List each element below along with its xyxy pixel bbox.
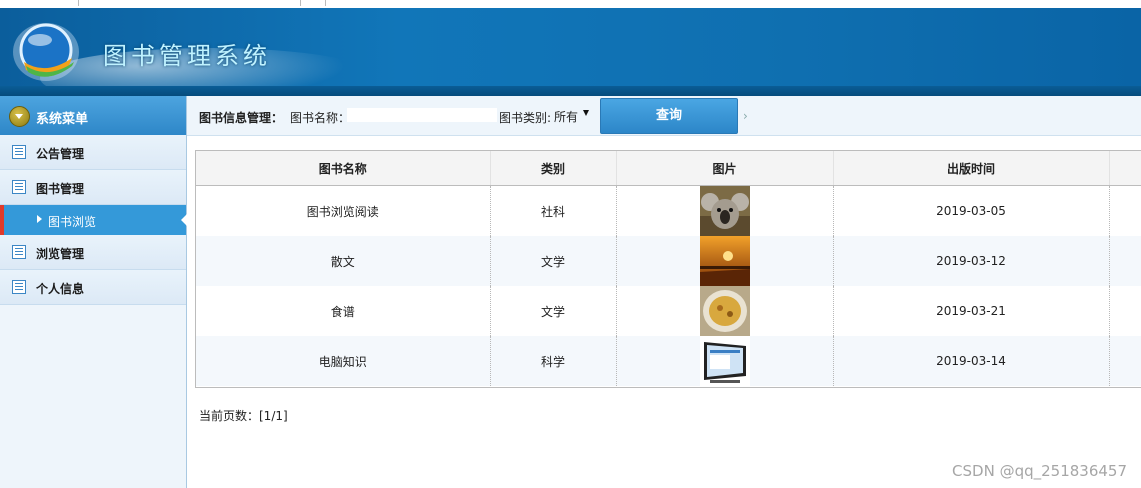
cell-extra: [1109, 286, 1141, 336]
book-name-label: 图书名称：: [290, 111, 351, 125]
column-header-extra: [1109, 151, 1141, 186]
section-label: 图书信息管理：: [199, 111, 284, 125]
table-header-row: 图书名称 类别 图片 出版时间: [196, 151, 1141, 186]
sidebar-item-book-browse[interactable]: 图书浏览: [0, 205, 187, 235]
sidebar-item-label: 个人信息: [36, 282, 85, 296]
sidebar-item-label: 图书浏览: [48, 215, 97, 229]
table-row[interactable]: 电脑知识 科学 2019-03-14: [196, 336, 1141, 386]
app-header: 图书管理系统: [0, 8, 1141, 96]
list-icon: [12, 245, 26, 259]
sidebar: 系统菜单 公告管理 图书管理 图书浏览 浏览管理 个人信息: [0, 96, 187, 488]
watermark: CSDN @qq_251836457: [952, 462, 1127, 480]
cell-extra: [1109, 336, 1141, 386]
search-toolbar: 图书信息管理： 图书名称： 图书类别: 所有 查询 ›: [187, 96, 1141, 136]
cell-extra: [1109, 185, 1141, 236]
pager: 当前页数：[1/1]: [199, 409, 288, 423]
table-row[interactable]: 图书浏览阅读 社科 2019-03-05: [196, 185, 1141, 236]
sidebar-item-browse-management[interactable]: 浏览管理: [0, 235, 186, 270]
cell-image: [616, 286, 834, 336]
query-button[interactable]: 查询: [600, 98, 738, 134]
column-header-category[interactable]: 类别: [490, 151, 617, 186]
cell-date: 2019-03-21: [833, 286, 1110, 336]
sidebar-item-label: 公告管理: [36, 147, 85, 161]
sidebar-heading[interactable]: 系统菜单: [0, 96, 186, 135]
collapse-icon[interactable]: [9, 106, 30, 127]
sidebar-heading-label: 系统菜单: [36, 112, 89, 127]
list-icon: [12, 280, 26, 294]
header-bottom-bar: [0, 86, 1141, 96]
cell-image: [616, 336, 834, 386]
cell-category: 科学: [490, 336, 617, 386]
list-icon: [12, 145, 26, 159]
table-row[interactable]: 散文 文学 2019-03-12: [196, 236, 1141, 286]
chevron-right-icon: ›: [743, 109, 748, 123]
sidebar-item-announcements[interactable]: 公告管理: [0, 135, 186, 170]
cell-image: [616, 185, 834, 236]
cell-name: 图书浏览阅读: [196, 185, 491, 236]
category-label: 图书类别:: [499, 111, 552, 125]
browser-tab-new[interactable]: [300, 0, 326, 6]
cell-category: 社科: [490, 185, 617, 236]
cell-category: 文学: [490, 286, 617, 336]
book-table: 图书名称 类别 图片 出版时间 图书浏览阅读 社科 2019-03-05 散文 …: [195, 150, 1141, 388]
app-title: 图书管理系统: [103, 42, 271, 70]
cell-name: 食谱: [196, 286, 491, 336]
table-row[interactable]: 食谱 文学 2019-03-21: [196, 286, 1141, 336]
sidebar-item-label: 浏览管理: [36, 247, 85, 261]
cell-category: 文学: [490, 236, 617, 286]
koala-image[interactable]: [699, 186, 750, 236]
cell-image: [616, 236, 834, 286]
cell-date: 2019-03-12: [833, 236, 1110, 286]
sidebar-item-book-management[interactable]: 图书管理: [0, 170, 186, 205]
category-select[interactable]: 所有: [554, 108, 578, 125]
monitor-image[interactable]: [699, 336, 750, 386]
active-indicator: [181, 214, 187, 226]
list-icon: [12, 180, 26, 194]
cell-date: 2019-03-05: [833, 185, 1110, 236]
browser-tab[interactable]: [0, 0, 79, 6]
sidebar-item-personal-info[interactable]: 个人信息: [0, 270, 186, 305]
column-header-date[interactable]: 出版时间: [833, 151, 1110, 186]
chevron-down-icon[interactable]: [583, 110, 589, 116]
food-bowl-image[interactable]: [699, 286, 750, 336]
column-header-image[interactable]: 图片: [616, 151, 834, 186]
sidebar-item-label: 图书管理: [36, 182, 85, 196]
cell-extra: [1109, 236, 1141, 286]
caret-right-icon: [37, 215, 42, 223]
book-name-input[interactable]: [347, 108, 497, 122]
cell-date: 2019-03-14: [833, 336, 1110, 386]
sunset-image[interactable]: [699, 236, 750, 286]
cell-name: 电脑知识: [196, 336, 491, 386]
column-header-name[interactable]: 图书名称: [196, 151, 491, 186]
globe-logo-icon: [13, 23, 79, 81]
cell-name: 散文: [196, 236, 491, 286]
